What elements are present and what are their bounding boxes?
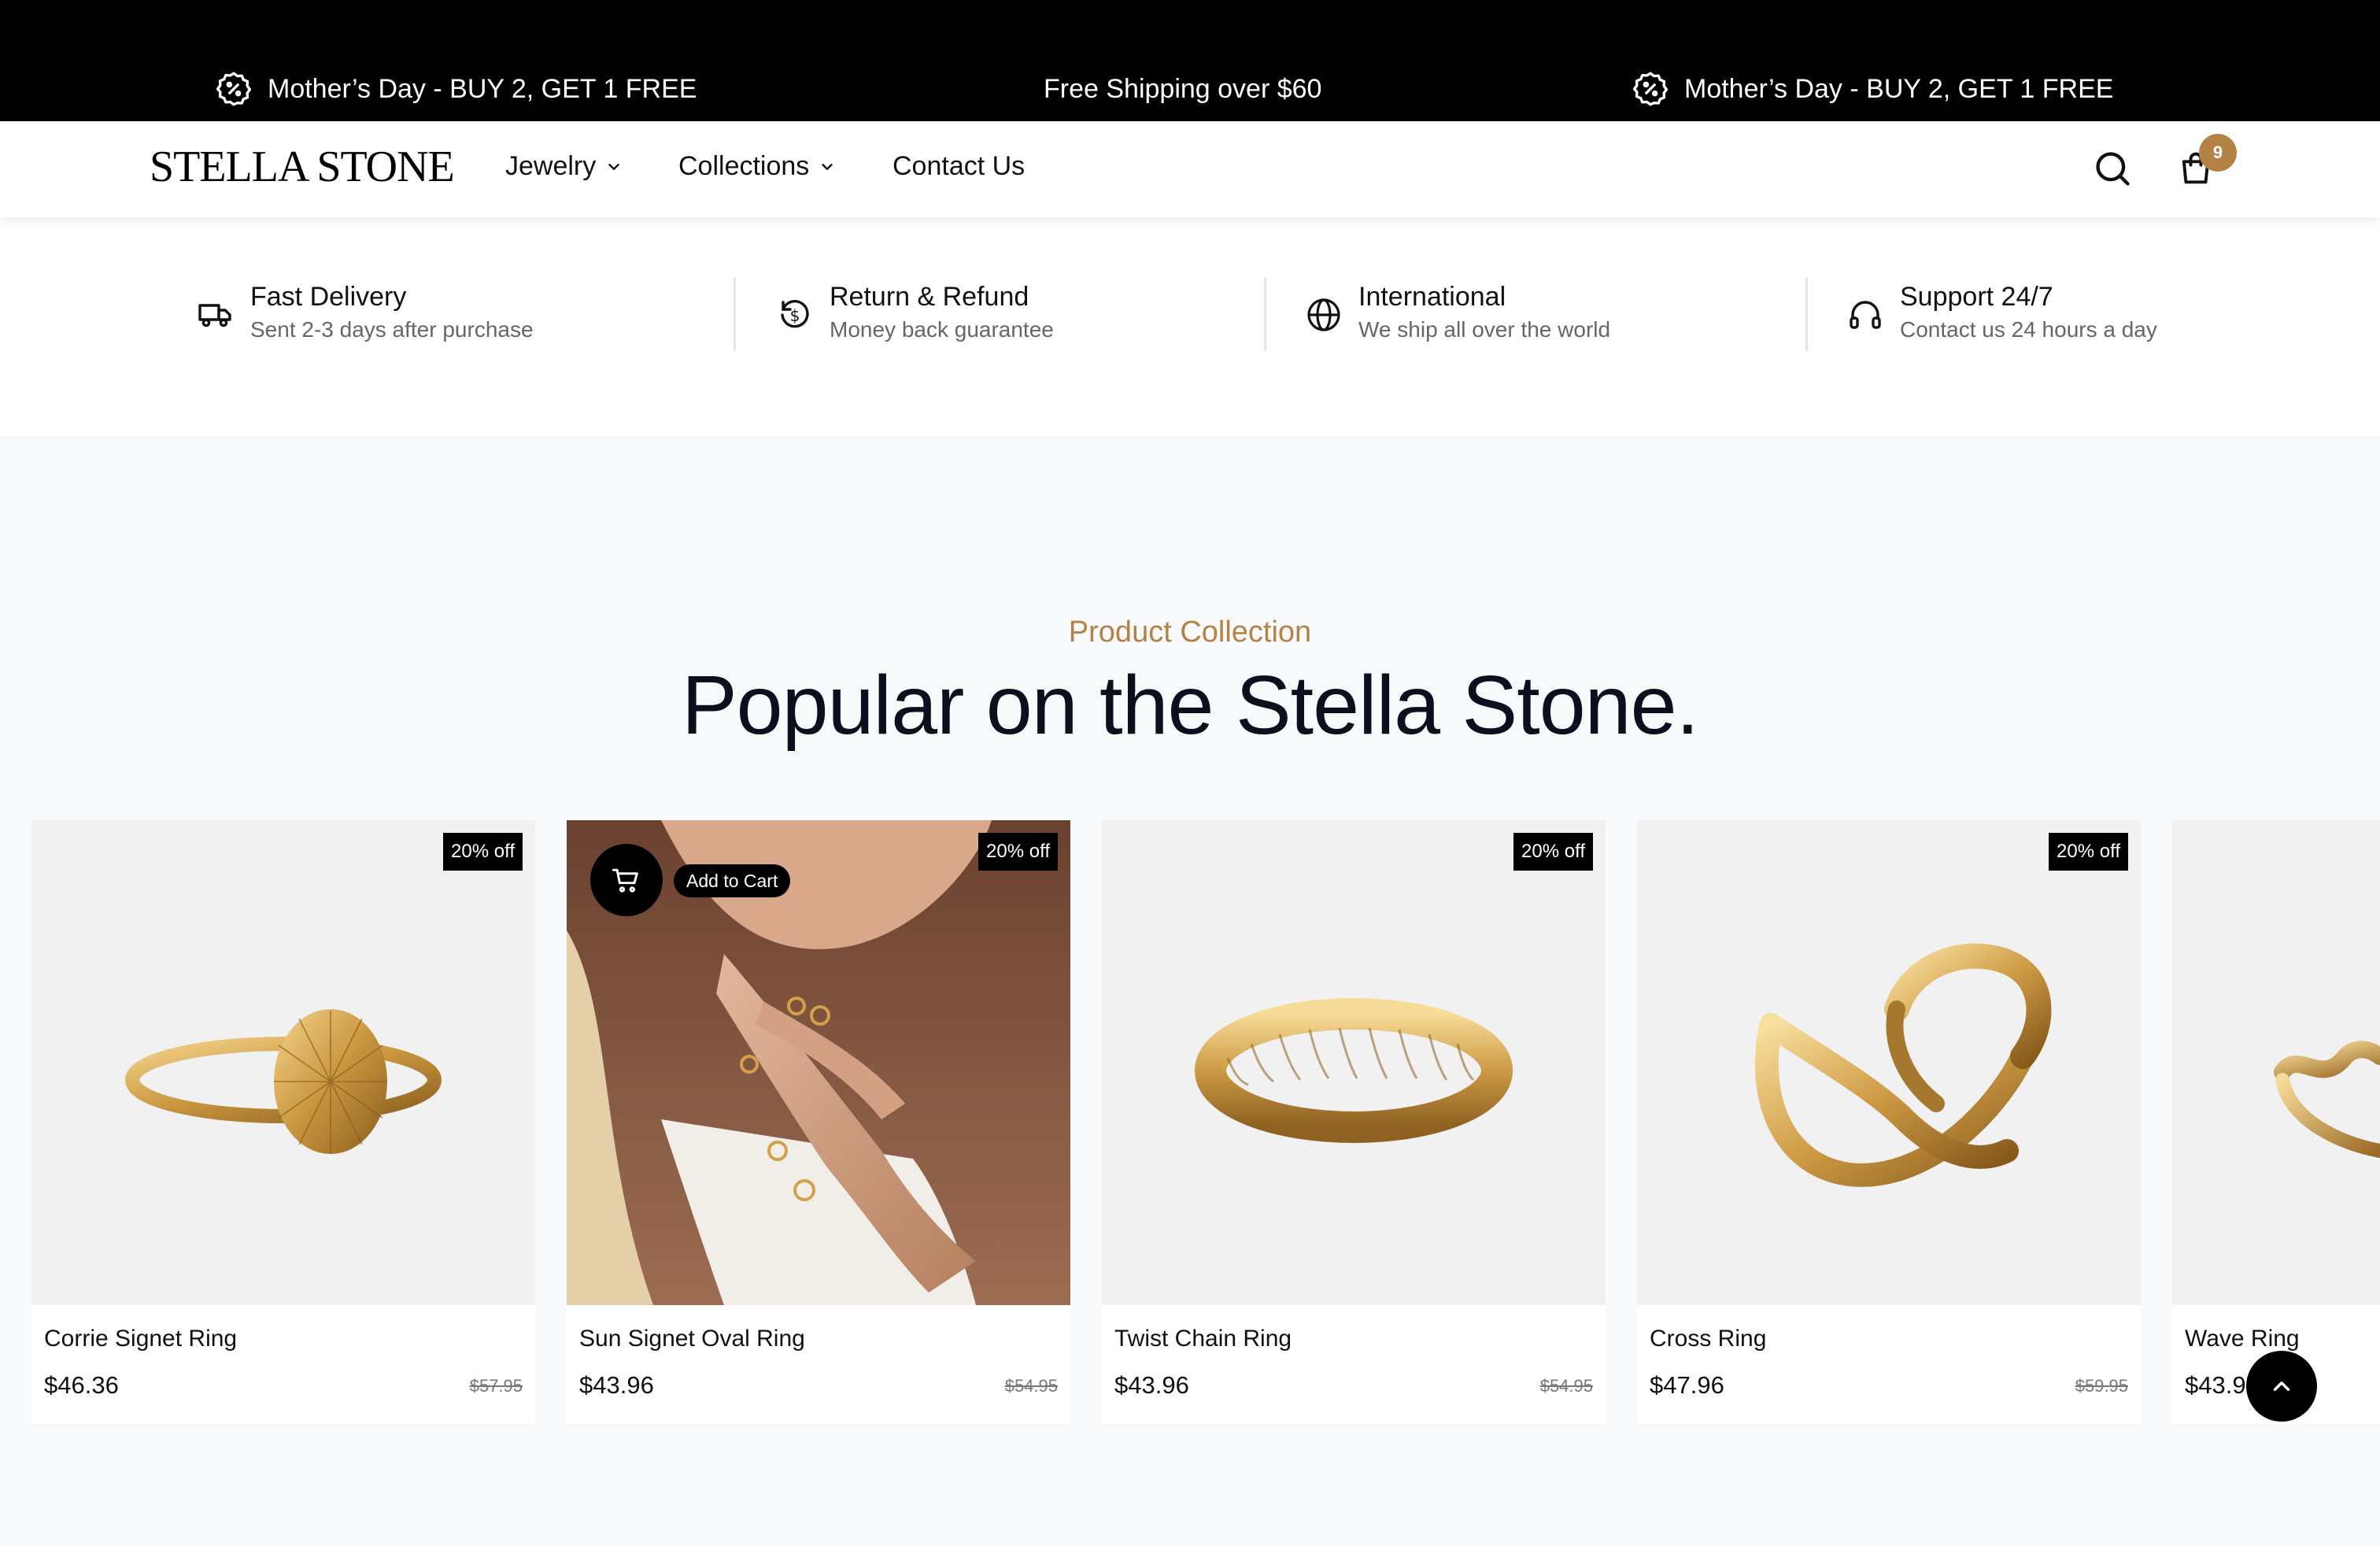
announcement-right: Mother’s Day - BUY 2, GET 1 FREE [1631,66,2113,112]
section-eyebrow: Product Collection [1068,616,1312,649]
feature-support: Support 24/7 Contact us 24 hours a day [1846,280,2157,346]
discount-badge: 20% off [443,833,523,871]
scroll-to-top-button[interactable] [2246,1351,2317,1422]
product-name[interactable]: Cross Ring [1650,1326,1766,1352]
announcement-left: Mother’s Day - BUY 2, GET 1 FREE [214,66,697,112]
announcement-center: Free Shipping over $60 [1044,66,1321,112]
discount-badge: 20% off [2049,833,2128,871]
feature-divider [1805,277,1808,351]
twist-ring-image [1195,998,1513,1143]
cart-icon [612,868,638,893]
product-price: $47.96 [1650,1371,1724,1399]
feature-title: Support 24/7 [1900,282,2053,312]
feature-divider [734,277,736,351]
discount-badge: 20% off [978,833,1058,871]
cross-ring-image [1754,943,2052,1187]
product-name[interactable]: Twist Chain Ring [1114,1326,1292,1352]
product-card[interactable]: 20% off Cross Ring $47.96 $59.95 [1637,820,2141,1425]
truck-icon [198,304,231,327]
feature-return-refund: $ Return & Refund Money back guarantee [776,280,1054,346]
nav-contact-us[interactable]: Contact Us [893,151,1025,182]
product-image[interactable]: Add to Cart 20% off [567,820,1070,1305]
search-icon[interactable] [2092,148,2133,189]
nav-collections[interactable]: Collections [678,151,836,182]
product-card[interactable]: 20% off Corrie Signet Ring $46.36 $57.95 [31,820,535,1425]
announcement-center-text: Free Shipping over $60 [1044,73,1322,104]
site-header: STELLA STONE Jewelry Collections Contact… [0,121,2380,217]
product-image[interactable]: 20% off [31,820,535,1305]
product-name[interactable]: Corrie Signet Ring [44,1326,237,1352]
feature-title: International [1358,282,1506,312]
cart-count-badge: 9 [2199,134,2237,172]
announcement-right-text: Mother’s Day - BUY 2, GET 1 FREE [1684,73,2114,104]
product-price: $43.96 [579,1371,654,1399]
signet-ring-image [125,1009,442,1154]
globe-icon [1307,298,1340,331]
product-image[interactable] [2172,820,2380,1305]
product-old-price: $54.95 [1004,1376,1058,1396]
feature-title: Fast Delivery [250,282,407,312]
chevron-up-icon [2273,1381,2290,1391]
product-name[interactable]: Wave Ring [2185,1326,2300,1352]
add-to-cart-button[interactable] [590,844,663,916]
feature-title: Return & Refund [830,282,1029,312]
announcement-bar: Mother’s Day - BUY 2, GET 1 FREE Free Sh… [0,0,2380,121]
discount-badge-icon [1632,72,1669,106]
product-old-price: $57.95 [469,1376,523,1396]
add-to-cart-label[interactable]: Add to Cart [674,864,791,897]
logo[interactable]: STELLA STONE [150,142,455,192]
features-strip: Fast Delivery Sent 2-3 days after purcha… [0,217,2380,436]
nav-jewelry-label: Jewelry [505,151,597,181]
section-heading: Popular on the Stella Stone. [681,659,1699,752]
nav-contact-us-label: Contact Us [893,151,1026,181]
discount-badge: 20% off [1513,833,1593,871]
feature-subtitle: Money back guarantee [830,317,1054,342]
wave-ring-image [2274,1041,2380,1158]
product-image[interactable]: 20% off [1637,820,2141,1305]
nav-collections-label: Collections [678,151,810,181]
product-old-price: $54.95 [1539,1376,1593,1396]
feature-subtitle: We ship all over the world [1358,317,1611,342]
product-card[interactable]: 20% off Twist Chain Ring $43.96 $54.95 [1102,820,1606,1425]
headphones-icon [1850,301,1881,329]
feature-divider [1264,277,1266,351]
feature-subtitle: Contact us 24 hours a day [1900,317,2157,342]
chevron-down-icon [822,163,833,170]
feature-international: International We ship all over the world [1305,280,1610,346]
chevron-down-icon [608,163,619,170]
discount-badge-icon [216,72,252,106]
product-card[interactable]: Add to Cart 20% off Sun Signet Oval Ring… [567,820,1070,1425]
product-image[interactable]: 20% off [1102,820,1606,1305]
product-old-price: $59.95 [2075,1376,2128,1396]
refund-icon: $ [781,300,809,328]
product-collection-section: Product Collection Popular on the Stella… [0,436,2380,1546]
product-price: $46.36 [44,1371,119,1399]
product-card[interactable]: Wave Ring $43.9 [2172,820,2380,1425]
announcement-left-text: Mother’s Day - BUY 2, GET 1 FREE [268,73,697,104]
nav-jewelry[interactable]: Jewelry [505,151,623,182]
svg-text:$: $ [790,306,800,325]
product-name[interactable]: Sun Signet Oval Ring [579,1326,805,1352]
feature-fast-delivery: Fast Delivery Sent 2-3 days after purcha… [197,280,534,346]
product-price: $43.9 [2185,1371,2246,1399]
product-price: $43.96 [1114,1371,1189,1399]
feature-subtitle: Sent 2-3 days after purchase [250,317,534,342]
